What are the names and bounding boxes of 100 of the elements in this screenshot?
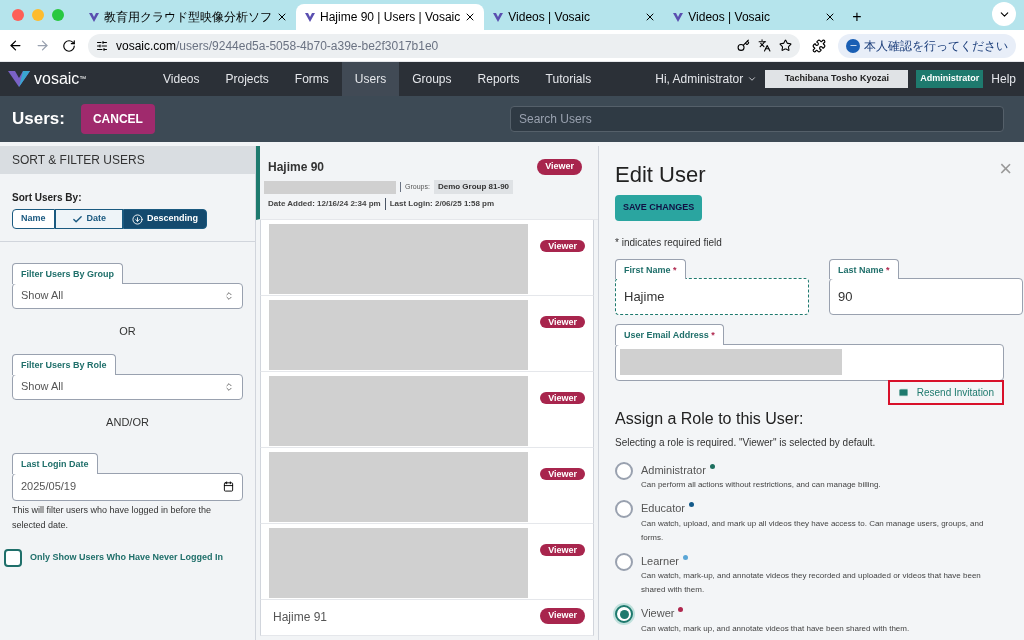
- user-name: Hajime 91: [273, 609, 328, 626]
- vosaic-logo-icon: [492, 11, 505, 23]
- browser-tab[interactable]: 教育用クラウド型映像分析ソフ: [80, 4, 296, 30]
- radio-button[interactable]: [615, 461, 633, 480]
- field-label: Filter Users By Role: [12, 354, 116, 375]
- separator-text: OR: [119, 323, 136, 339]
- check-icon: [71, 213, 83, 225]
- radio-button[interactable]: [615, 500, 633, 518]
- forward-icon[interactable]: [35, 38, 50, 53]
- radio-button[interactable]: [615, 605, 633, 623]
- radio-button[interactable]: [615, 552, 633, 571]
- nav-item[interactable]: Groups: [399, 62, 465, 96]
- user-menu[interactable]: Hi, Administrator: [655, 70, 758, 88]
- sort-button[interactable]: Date: [54, 209, 124, 229]
- nav-item[interactable]: Tutorials: [532, 62, 605, 96]
- site-info-icon[interactable]: [96, 39, 108, 52]
- user-list-item[interactable]: Viewer: [260, 220, 594, 296]
- role-name: Viewer: [641, 606, 675, 621]
- role-label: Administrator: [916, 70, 984, 88]
- caret-icon: [747, 74, 758, 84]
- browser-tab[interactable]: Videos | Vosaic: [484, 4, 665, 30]
- role-description: Can perform all actions without restrictions, and can manage billing.: [641, 479, 881, 491]
- user-list-item[interactable]: Viewer: [260, 372, 594, 448]
- field-label: User Email Address *: [615, 324, 724, 345]
- close-tab-icon[interactable]: [276, 11, 288, 23]
- email-field[interactable]: [615, 343, 1004, 381]
- extensions-icon[interactable]: [812, 38, 826, 53]
- sidebar-header: SORT & FILTER USERS: [0, 146, 255, 174]
- role-badge: Viewer: [540, 468, 585, 480]
- user-list-item[interactable]: Hajime 91 Viewer: [260, 600, 594, 636]
- select-field[interactable]: Show All: [12, 282, 243, 309]
- date-field[interactable]: 2025/05/19: [12, 472, 243, 501]
- address-bar[interactable]: vosaic.com/users/9244ed5a-5058-4b70-a39e-be2f3017b1e0: [88, 33, 800, 58]
- role-badge: Viewer: [540, 240, 585, 252]
- vosaic-logo-icon: [304, 11, 316, 23]
- url-text: vosaic.com/users/9244ed5a-5058-4b70-a39e-be2f3017b1e0: [116, 37, 440, 55]
- nav-item[interactable]: Forms: [281, 62, 342, 96]
- last-login: Last Login: 2/06/25 1:58 pm: [384, 198, 495, 210]
- calendar-icon[interactable]: [223, 481, 234, 492]
- tab-title: Hajime 90 | Users | Vosaic: [320, 9, 461, 26]
- organization-name: Tachibana Tosho Kyozai: [765, 70, 909, 88]
- nav-item[interactable]: Projects: [212, 62, 282, 96]
- role-description: Can watch, upload, and mark up all videos they have access to. Can manage users, groups, and forms.: [641, 517, 985, 544]
- separator-text: AND/OR: [106, 414, 149, 430]
- role-description: Can watch, mark up, and annotate videos that have been shared with them.: [641, 622, 910, 635]
- sort-label: Sort Users By:: [12, 191, 83, 205]
- role-name: Administrator: [641, 462, 706, 478]
- resend-invitation-button[interactable]: Resend Invitation: [887, 379, 1004, 405]
- sort-button[interactable]: Descending: [123, 209, 208, 229]
- role-name: Educator: [641, 501, 686, 516]
- save-changes-button[interactable]: SAVE CHANGES: [615, 195, 703, 221]
- profile-button[interactable]: 本人確認を行ってください: [838, 33, 1016, 58]
- group-tag: Demo Group 81-90: [433, 180, 514, 194]
- nav-item[interactable]: Users: [341, 62, 400, 96]
- role-badge: Viewer: [537, 159, 582, 175]
- user-name: Hajime 90: [268, 159, 325, 176]
- tab-title: 教育用クラウド型映像分析ソフ: [104, 9, 272, 26]
- section-heading: Assign a Role to this User:: [615, 408, 805, 429]
- role-badge: Viewer: [540, 392, 585, 404]
- select-arrows-icon: [224, 290, 234, 301]
- role-badge: Viewer: [540, 316, 585, 328]
- sort-button[interactable]: Name: [12, 209, 55, 229]
- nav-item[interactable]: Reports: [464, 62, 533, 96]
- select-field[interactable]: Show All: [12, 373, 243, 400]
- tab-menu-button[interactable]: [992, 2, 1016, 26]
- search-field[interactable]: Search Users: [510, 106, 1004, 132]
- user-list-item[interactable]: Viewer: [260, 448, 594, 524]
- mail-icon: [897, 386, 909, 398]
- tab-title: Videos | Vosaic: [508, 9, 591, 26]
- field-label: Last Name *: [829, 258, 899, 279]
- user-list-item[interactable]: Viewer: [260, 296, 594, 372]
- required-note: * indicates required field: [615, 235, 723, 250]
- user-list-item[interactable]: Viewer: [260, 524, 594, 600]
- bookmark-icon[interactable]: [779, 39, 792, 52]
- new-tab-button[interactable]: +: [844, 4, 870, 30]
- vosaic-logo-icon: [672, 11, 685, 23]
- help-link[interactable]: Help: [991, 70, 1016, 88]
- back-icon[interactable]: [8, 38, 23, 53]
- help-text: This will filter users who have logged in before the selected date.: [12, 503, 213, 532]
- reload-icon[interactable]: [62, 38, 76, 53]
- key-icon[interactable]: [737, 39, 750, 52]
- vosaic-logo-icon: [8, 70, 30, 88]
- role-badge: Viewer: [540, 544, 585, 556]
- translate-icon[interactable]: [758, 39, 771, 52]
- cancel-button[interactable]: CANCEL: [80, 104, 155, 134]
- browser-tab[interactable]: Hajime 90 | Users | Vosaic: [296, 4, 485, 30]
- text-field[interactable]: Hajime: [615, 278, 809, 315]
- role-name: Learner: [641, 553, 679, 569]
- panel-title: Edit User: [615, 161, 706, 189]
- vosaic-logo-icon: [88, 11, 100, 23]
- browser-tab[interactable]: Videos | Vosaic: [664, 4, 845, 30]
- checkbox-label: Only Show Users Who Have Never Logged In: [30, 550, 224, 564]
- nav-item[interactable]: Videos: [150, 62, 213, 96]
- arrow-down-icon: [132, 213, 144, 225]
- text-field[interactable]: 90: [829, 278, 1023, 315]
- role-description: Can watch, mark-up, and annotate videos they recorded and uploaded or videos that have been shared with them.: [641, 570, 982, 596]
- page-title: Users:: [12, 108, 65, 131]
- field-label: Filter Users By Group: [12, 263, 124, 284]
- checkbox[interactable]: [4, 548, 22, 567]
- field-label: Last Login Date: [12, 453, 98, 474]
